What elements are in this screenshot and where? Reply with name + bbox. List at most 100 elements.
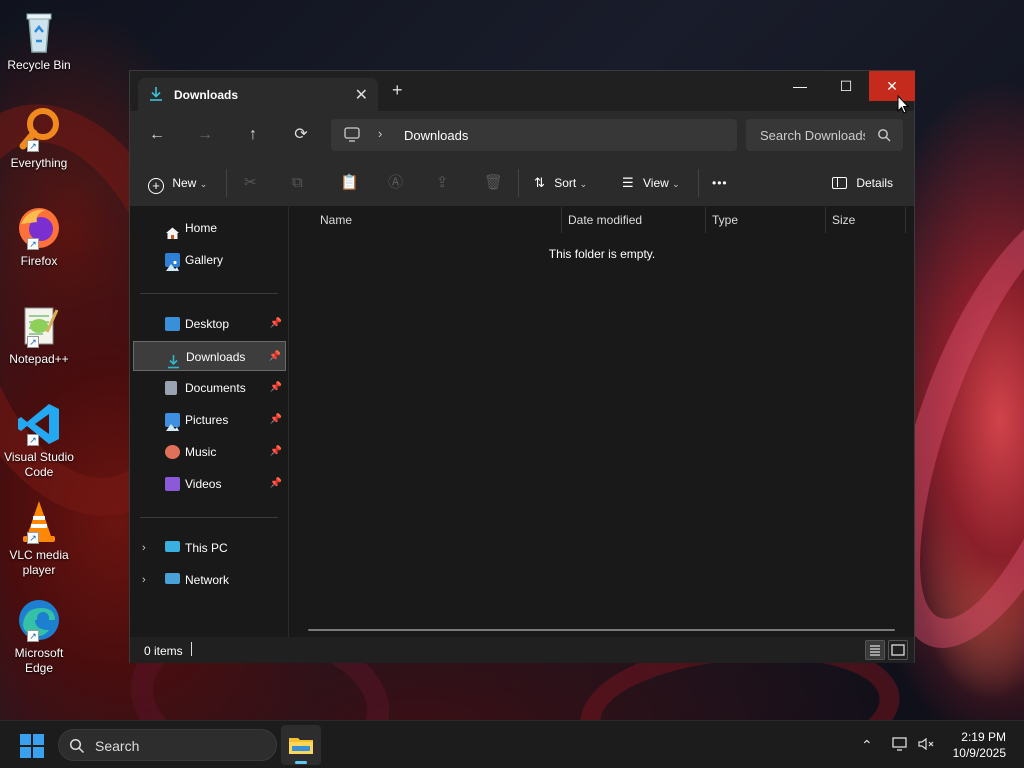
vscode-icon: ↗ bbox=[15, 400, 63, 448]
desktop-icon-edge[interactable]: ↗ Microsoft Edge bbox=[2, 596, 76, 676]
active-app-indicator bbox=[295, 761, 307, 764]
pin-icon[interactable]: 📌 bbox=[269, 342, 281, 372]
view-button[interactable]: ☰ View ⌄ bbox=[622, 173, 680, 193]
column-divider[interactable] bbox=[825, 207, 826, 233]
address-bar[interactable]: › Downloads bbox=[331, 119, 737, 151]
sidebar-item-gallery[interactable]: Gallery bbox=[133, 245, 286, 275]
column-header-size[interactable]: Size bbox=[832, 213, 855, 227]
sidebar-item-label: Videos bbox=[185, 477, 222, 491]
desktop-icon-notepad-plus-plus[interactable]: ↗ Notepad++ bbox=[2, 302, 76, 367]
delete-icon[interactable]: 🗑 bbox=[484, 173, 503, 193]
tiles-view-icon[interactable] bbox=[888, 640, 908, 660]
desktop-icon-firefox[interactable]: ↗ Firefox bbox=[2, 204, 76, 269]
sidebar-item-label: Downloads bbox=[186, 350, 246, 364]
rename-icon[interactable]: Ⓐ bbox=[388, 173, 403, 193]
horizontal-scrollbar[interactable] bbox=[308, 629, 895, 631]
copy-icon[interactable]: ⧉ bbox=[292, 173, 303, 193]
plus-circle-icon: + bbox=[148, 178, 164, 194]
new-tab-button[interactable]: + bbox=[392, 81, 403, 99]
desktop-icon-recycle-bin[interactable]: Recycle Bin bbox=[2, 8, 76, 73]
title-bar[interactable]: Downloads ✕ + — ☐ ✕ bbox=[130, 71, 915, 111]
paste-icon[interactable]: 📋 bbox=[340, 173, 359, 193]
sidebar-item-documents[interactable]: Documents 📌 bbox=[133, 373, 286, 403]
desktop-icon-label: Microsoft Edge bbox=[14, 646, 64, 675]
breadcrumb-separator[interactable]: › bbox=[378, 126, 382, 141]
minimize-button[interactable]: — bbox=[777, 71, 823, 101]
search-box[interactable]: Search Downloads bbox=[746, 119, 903, 151]
expand-chevron-icon[interactable]: › bbox=[142, 565, 146, 595]
pin-icon[interactable]: 📌 bbox=[270, 309, 282, 339]
details-pane-button[interactable]: Details bbox=[832, 173, 893, 193]
sidebar-item-label: Music bbox=[185, 445, 217, 459]
desktop-icon-vscode[interactable]: ↗ Visual Studio Code bbox=[2, 400, 76, 480]
desktop-icon-everything[interactable]: ↗ Everything bbox=[2, 106, 76, 171]
desktop-folder-icon bbox=[165, 317, 180, 331]
show-hidden-icons-button[interactable]: ⌃ bbox=[861, 735, 873, 755]
command-separator bbox=[226, 169, 227, 197]
documents-folder-icon bbox=[165, 381, 177, 395]
videos-folder-icon bbox=[165, 477, 180, 491]
sort-label: Sort bbox=[554, 176, 577, 190]
sidebar-item-downloads[interactable]: Downloads 📌 bbox=[133, 341, 286, 371]
shortcut-arrow-icon: ↗ bbox=[27, 532, 39, 544]
up-button[interactable]: ↑ bbox=[242, 125, 264, 145]
edge-icon: ↗ bbox=[15, 596, 63, 644]
sidebar-item-videos[interactable]: Videos 📌 bbox=[133, 469, 286, 499]
download-icon bbox=[148, 86, 164, 102]
windows-logo-icon bbox=[20, 734, 31, 745]
search-input[interactable]: Search Downloads bbox=[760, 128, 865, 143]
command-separator bbox=[518, 169, 519, 197]
sidebar-divider bbox=[140, 517, 278, 518]
sidebar-item-this-pc[interactable]: › This PC bbox=[133, 533, 286, 563]
details-pane-icon bbox=[832, 177, 847, 189]
sort-button[interactable]: ⇅ Sort ⌄ bbox=[534, 173, 587, 193]
more-options-button[interactable]: ••• bbox=[712, 173, 728, 193]
column-header-date-modified[interactable]: Date modified bbox=[568, 213, 642, 227]
sidebar-item-network[interactable]: › Network bbox=[133, 565, 286, 595]
forward-button[interactable]: → bbox=[194, 125, 216, 145]
pin-icon[interactable]: 📌 bbox=[270, 405, 282, 435]
pin-icon[interactable]: 📌 bbox=[270, 469, 282, 499]
volume-muted-icon[interactable] bbox=[917, 735, 935, 755]
vlc-icon: ↗ bbox=[15, 498, 63, 546]
taskbar-search-box[interactable]: Search bbox=[58, 729, 277, 761]
sidebar-item-label: Documents bbox=[185, 381, 246, 395]
column-divider[interactable] bbox=[705, 207, 706, 233]
status-divider bbox=[191, 642, 192, 656]
this-pc-icon bbox=[165, 541, 180, 552]
pin-icon[interactable]: 📌 bbox=[270, 437, 282, 467]
search-icon bbox=[69, 738, 85, 754]
sidebar-item-desktop[interactable]: Desktop 📌 bbox=[133, 309, 286, 339]
back-button[interactable]: ← bbox=[146, 125, 168, 145]
tab-downloads[interactable]: Downloads ✕ bbox=[138, 78, 378, 111]
column-header-name[interactable]: Name bbox=[320, 213, 352, 227]
view-label: View bbox=[643, 176, 669, 190]
close-tab-button[interactable]: ✕ bbox=[355, 85, 368, 105]
sidebar-item-home[interactable]: Home bbox=[133, 213, 286, 243]
sidebar-item-pictures[interactable]: Pictures 📌 bbox=[133, 405, 286, 435]
expand-chevron-icon[interactable]: › bbox=[142, 533, 146, 563]
cut-icon[interactable]: ✂ bbox=[244, 173, 257, 193]
file-list[interactable]: Name Date modified Type Size This folder… bbox=[290, 207, 914, 637]
column-divider[interactable] bbox=[905, 207, 906, 233]
mouse-pointer-icon bbox=[897, 94, 911, 115]
shortcut-arrow-icon: ↗ bbox=[27, 140, 39, 152]
shortcut-arrow-icon: ↗ bbox=[27, 434, 39, 446]
taskbar-file-explorer[interactable] bbox=[281, 725, 321, 765]
network-status-icon[interactable] bbox=[891, 735, 909, 755]
refresh-button[interactable]: ⟳ bbox=[290, 125, 312, 145]
details-label: Details bbox=[856, 176, 894, 190]
start-button[interactable] bbox=[20, 734, 44, 758]
pin-icon[interactable]: 📌 bbox=[270, 373, 282, 403]
new-button[interactable]: + New ⌄ bbox=[148, 173, 207, 194]
maximize-button[interactable]: ☐ bbox=[823, 71, 869, 101]
command-separator bbox=[698, 169, 699, 197]
sidebar-item-music[interactable]: Music 📌 bbox=[133, 437, 286, 467]
desktop-icon-vlc[interactable]: ↗ VLC media player bbox=[2, 498, 76, 578]
column-divider[interactable] bbox=[561, 207, 562, 233]
breadcrumb-downloads[interactable]: Downloads bbox=[404, 128, 468, 143]
details-view-icon[interactable] bbox=[865, 640, 885, 660]
system-clock[interactable]: 2:19 PM 10/9/2025 bbox=[953, 729, 1006, 761]
column-header-type[interactable]: Type bbox=[712, 213, 738, 227]
share-icon[interactable]: ⇪ bbox=[436, 173, 449, 193]
